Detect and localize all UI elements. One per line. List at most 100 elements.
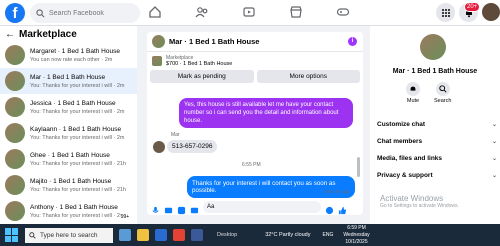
conversation-item[interactable]: Jessica · 1 Bed 1 Bath House You: Thanks … (0, 94, 137, 120)
notification-count-badge: 20+ (464, 2, 481, 12)
gaming-icon[interactable] (336, 5, 350, 19)
home-icon[interactable] (148, 5, 162, 19)
top-navigation-bar: f 20+ (0, 0, 500, 26)
chat-title[interactable]: Mar · 1 Bed 1 Bath House (169, 37, 259, 46)
like-thumb-icon[interactable] (338, 202, 347, 215)
marketplace-title: Marketplace (19, 28, 77, 40)
privacy-support-row[interactable]: Privacy & support ⌄ (377, 172, 497, 179)
chevron-down-icon: ⌄ (491, 122, 497, 128)
search-icon (439, 85, 447, 93)
conversation-preview: You: Thanks for your interest i will · 2… (30, 82, 125, 89)
customize-chat-row[interactable]: Customize chat ⌄ (377, 121, 497, 128)
weather-widget[interactable]: 32°C Partly cloudy (265, 232, 310, 238)
facebook-logo[interactable]: f (5, 3, 25, 23)
marketplace-icon[interactable] (289, 5, 303, 19)
conversation-preview: You: Thanks for your interest i will · 2… (30, 134, 125, 141)
search-input[interactable] (49, 9, 139, 17)
taskbar-notification-badge: 99+ (120, 212, 130, 222)
taskbar-search[interactable]: Type here to search (25, 227, 113, 243)
windows-start-icon[interactable] (5, 228, 19, 242)
taskbar-search-placeholder: Type here to search (40, 231, 98, 239)
profile-avatar[interactable] (482, 3, 500, 21)
outgoing-message: Yes, this house is still available let m… (179, 98, 353, 128)
windows-taskbar: Type here to search Desktop 32°C Partly … (0, 224, 500, 246)
search-box[interactable] (30, 3, 140, 23)
taskbar-clock[interactable]: 6:59 PM Wednesday 10/1/2025 (343, 225, 369, 246)
image-icon[interactable] (164, 202, 173, 214)
incoming-message: 513-657-0296 (167, 140, 218, 153)
watch-icon[interactable] (242, 5, 256, 19)
chat-scrollbar[interactable] (357, 157, 360, 177)
menu-grid-icon[interactable] (436, 3, 455, 22)
conversation-item[interactable]: Anthony · 1 Bed 1 Bath House You: Thanks … (0, 198, 137, 224)
info-icon[interactable]: i (348, 37, 357, 46)
language-indicator[interactable]: ENG (323, 232, 334, 238)
chevron-down-icon: ⌄ (491, 139, 497, 145)
sticker-icon[interactable] (177, 202, 186, 215)
chat-header: Mar · 1 Bed 1 Bath House i (147, 32, 363, 52)
microphone-icon[interactable] (151, 202, 160, 213)
back-arrow-icon[interactable]: ← (5, 29, 15, 40)
chat-members-row[interactable]: Chat members ⌄ (377, 138, 497, 145)
friends-icon[interactable] (195, 5, 209, 19)
conversation-name: Kaylaann · 1 Bed 1 Bath House (30, 125, 122, 133)
details-title: Mar · 1 Bed 1 Bath House (392, 68, 478, 75)
conversation-item[interactable]: Majito · 1 Bed 1 Bath House You: Thanks f… (0, 172, 137, 198)
conversation-name: Mar · 1 Bed 1 Bath House (30, 73, 106, 81)
chrome-icon[interactable] (173, 229, 185, 241)
search-label: Search (434, 98, 452, 104)
conversation-preview: You can now rate each other · 2m (30, 56, 113, 63)
conversation-name: Ghee · 1 Bed 1 Bath House (30, 151, 110, 159)
message-timestamp: 6:55 PM (242, 162, 261, 168)
marketplace-conversation-list: ← Marketplace Margaret · 1 Bed 1 Bath Ho… (0, 26, 137, 224)
listing-thumbnail (5, 97, 25, 117)
mark-as-pending-button[interactable]: Mark as pending (150, 70, 254, 83)
listing-preview[interactable]: Marketplace $700 · 1 Bed 1 Bath House (147, 52, 363, 70)
outgoing-message: Thanks for your interest i will contact … (187, 176, 355, 198)
activate-windows-watermark: Activate Windows Go to Settings to activ… (380, 194, 459, 209)
message-input[interactable]: Aa (203, 200, 321, 213)
sender-name: Mar (171, 132, 180, 138)
listing-actions: Mark as pending More options (147, 70, 363, 83)
message-composer: Aa (147, 198, 363, 215)
gif-icon[interactable] (190, 202, 199, 214)
chat-listing-thumbnail (152, 35, 165, 48)
conversation-preview: You: Thanks for your interest i will · 2… (30, 108, 125, 115)
search-icon (36, 8, 45, 17)
conversation-name: Anthony · 1 Bed 1 Bath House (30, 203, 118, 211)
mute-button[interactable]: Mute (406, 82, 420, 104)
listing-thumbnail (5, 201, 25, 221)
conversation-name: Jessica · 1 Bed 1 Bath House (30, 99, 116, 107)
search-conversation-button[interactable]: Search (434, 82, 451, 104)
more-options-button[interactable]: More options (256, 70, 360, 83)
conversation-preview: You: Thanks for your interest i will · 2… (30, 160, 126, 167)
edge-icon[interactable] (155, 229, 167, 241)
sent-status: Sent 3m ago (324, 189, 350, 194)
conversation-preview: You: Thanks for your interest i will · 2… (30, 186, 126, 193)
listing-title: $700 · 1 Bed 1 Bath House (166, 61, 233, 67)
app-icon[interactable] (191, 229, 203, 241)
conversation-item[interactable]: Kaylaann · 1 Bed 1 Bath House You: Thanks… (0, 120, 137, 146)
conversation-name: Majito · 1 Bed 1 Bath House (30, 177, 112, 185)
file-explorer-icon[interactable] (137, 229, 149, 241)
emoji-icon[interactable] (325, 202, 334, 215)
conversation-item[interactable]: Ghee · 1 Bed 1 Bath House You: Thanks for… (0, 146, 137, 172)
listing-thumbnail (5, 71, 25, 91)
search-icon (29, 231, 36, 239)
mute-label: Mute (406, 98, 420, 104)
bell-icon (410, 86, 416, 91)
conversation-item[interactable]: Margaret · 1 Bed 1 Bath House You can now… (0, 42, 137, 68)
listing-thumbnail (152, 56, 162, 66)
task-view-icon[interactable] (119, 229, 131, 241)
listing-thumbnail (5, 45, 25, 65)
listing-avatar (420, 34, 446, 60)
chevron-down-icon: ⌄ (491, 173, 497, 179)
chat-window: Mar · 1 Bed 1 Bath House i Marketplace $… (147, 32, 363, 215)
media-files-links-row[interactable]: Media, files and links ⌄ (377, 155, 497, 162)
sender-avatar (153, 141, 165, 153)
chevron-down-icon: ⌄ (491, 156, 497, 162)
marketplace-header: ← Marketplace (0, 26, 137, 42)
listing-thumbnail (5, 175, 25, 195)
conversation-item-active[interactable]: Mar · 1 Bed 1 Bath House You: Thanks for … (0, 68, 137, 94)
desktop-label: Desktop (217, 232, 238, 238)
